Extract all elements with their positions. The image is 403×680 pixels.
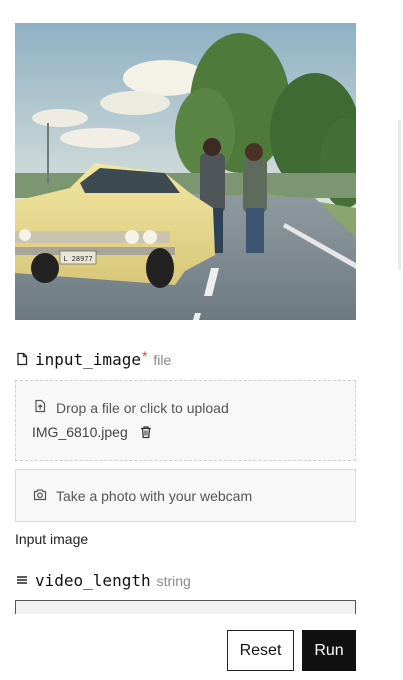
scrollbar[interactable]: [398, 120, 401, 270]
reset-button[interactable]: Reset: [227, 630, 294, 671]
run-button[interactable]: Run: [302, 630, 356, 671]
trash-icon[interactable]: [139, 425, 153, 439]
video-length-name: video_length: [35, 571, 151, 590]
file-icon: [15, 352, 29, 366]
video-length-type: string: [156, 573, 191, 589]
required-marker: *: [141, 348, 148, 364]
uploaded-file: IMG_6810.jpeg: [32, 424, 153, 440]
input-image-caption: Input image: [15, 531, 89, 547]
license-plate: L 28977: [63, 255, 93, 263]
webcam-text: Take a photo with your webcam: [56, 487, 253, 504]
input-image-type: file: [153, 352, 172, 368]
webcam-capture-button[interactable]: Take a photo with your webcam: [15, 469, 356, 522]
camera-icon: [33, 488, 56, 504]
text-lines-icon: [15, 573, 29, 587]
input-image-label: input_image * file: [15, 348, 172, 369]
file-name: IMG_6810.jpeg: [32, 424, 128, 440]
file-dropzone[interactable]: Drop a file or click to upload IMG_6810.…: [15, 380, 356, 461]
input-image-name: input_image: [35, 350, 141, 369]
dropzone-prompt[interactable]: Drop a file or click to upload: [33, 399, 229, 416]
preview-photo: L 28977: [15, 23, 356, 320]
video-length-label: video_length string: [15, 571, 191, 590]
input-image-preview: L 28977: [15, 23, 356, 320]
dropzone-text: Drop a file or click to upload: [56, 399, 229, 416]
file-upload-icon: [33, 399, 56, 416]
